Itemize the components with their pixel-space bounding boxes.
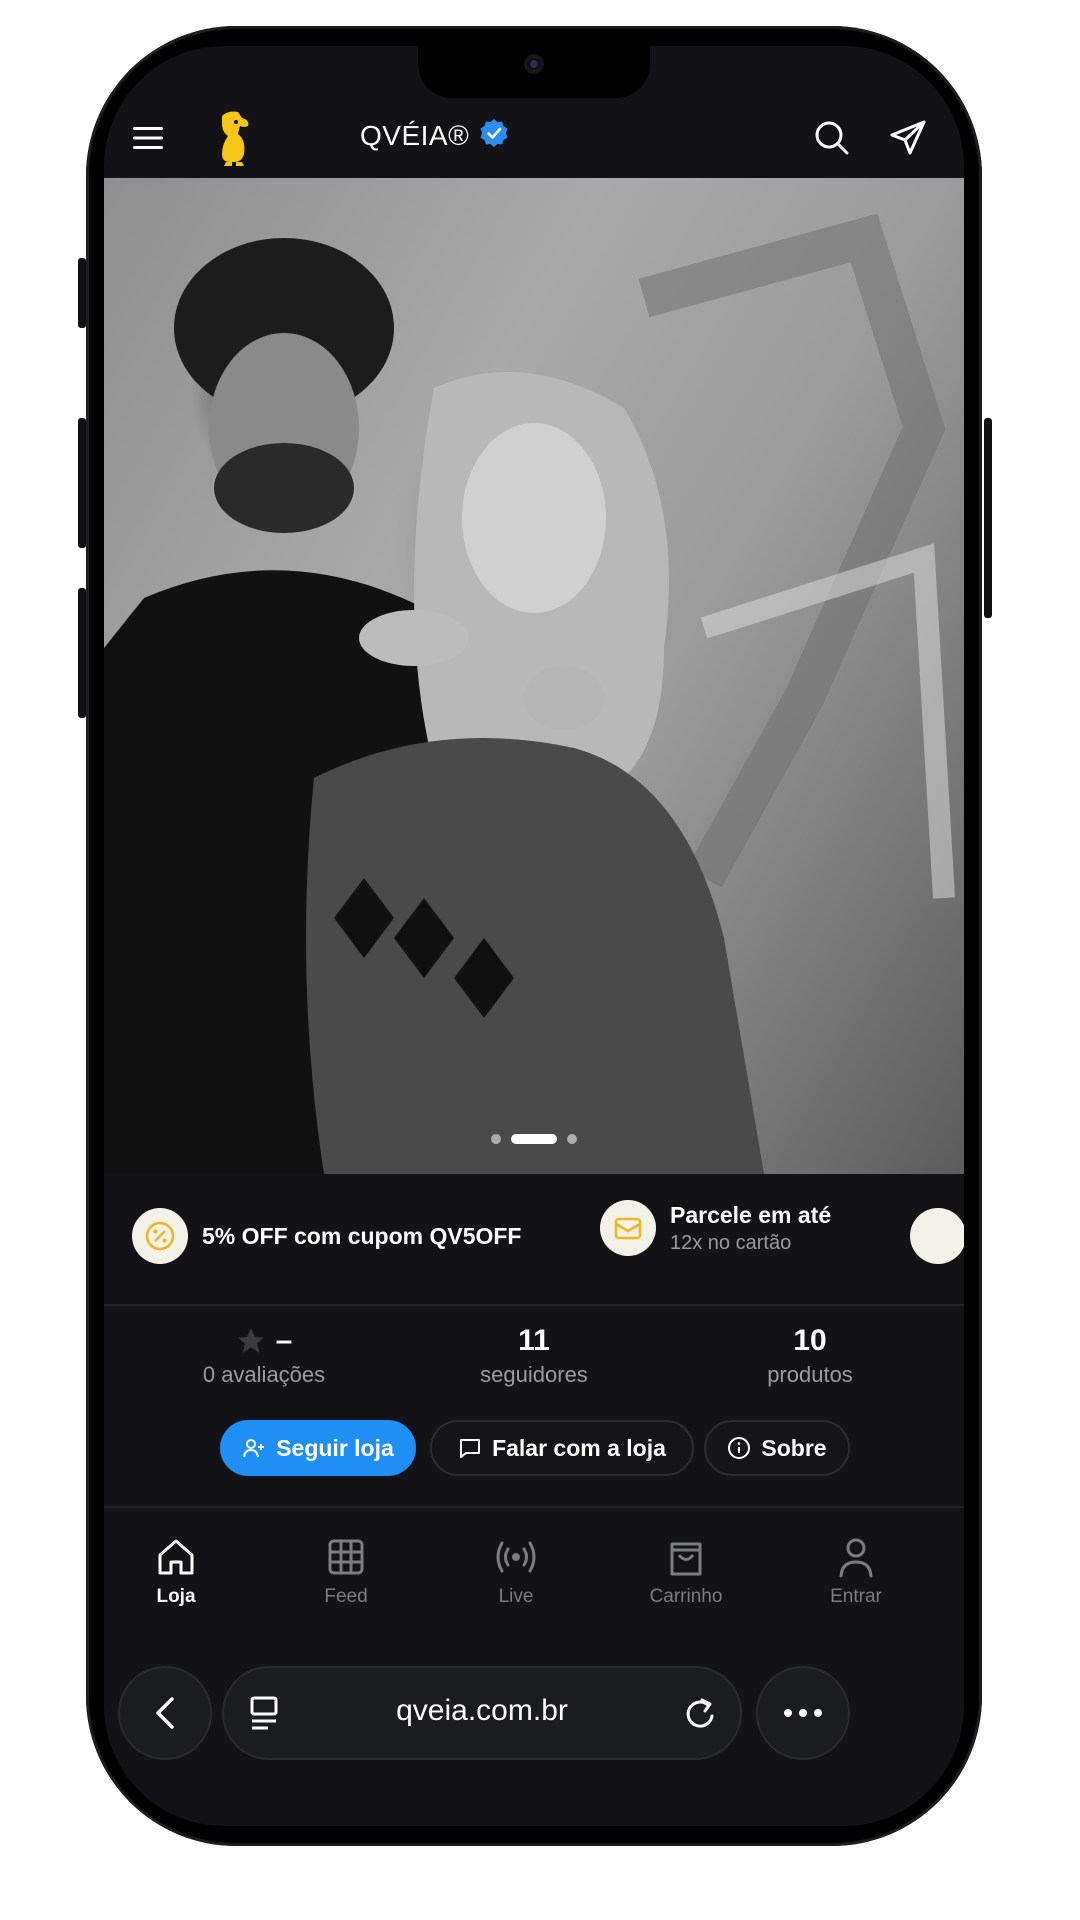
card-icon (600, 1200, 656, 1256)
add-user-icon (243, 1439, 265, 1458)
browser-toolbar: qveia.com.br (104, 1654, 964, 1760)
store-stats: – 0 avaliações 11 seguidores 10 produtos (104, 1306, 964, 1406)
star-icon (237, 1328, 264, 1353)
promo-subtitle: 12x no cartão (670, 1231, 792, 1254)
front-camera (524, 54, 544, 74)
rating-label: 0 avaliações (202, 1362, 326, 1387)
follow-store-label: Seguir loja (276, 1434, 394, 1461)
promo-title: 5% OFF com cupom QV5OFF (202, 1222, 522, 1249)
search-icon[interactable] (802, 108, 862, 168)
back-button[interactable] (118, 1666, 212, 1760)
tab-carrinho[interactable]: Carrinho (626, 1532, 746, 1608)
hero-photo (104, 213, 955, 1174)
phone-screen: QVÉIA® 5% OFF com cupom QV5OFF Parcele e… (104, 46, 964, 1826)
stat-products[interactable]: 10 produtos (700, 1324, 920, 1388)
store-actions: Seguir loja Falar com a loja Sobre (104, 1408, 964, 1478)
ellipsis-icon (784, 1709, 822, 1717)
home-icon (116, 1532, 236, 1582)
percent-coupon-icon (132, 1208, 188, 1264)
carousel-dot-active[interactable] (511, 1134, 557, 1144)
promo-next-partial[interactable] (910, 1208, 964, 1264)
address-bar[interactable]: qveia.com.br (222, 1666, 742, 1760)
store-brand[interactable]: QVÉIA® (360, 118, 509, 153)
tab-label: Feed (324, 1586, 368, 1607)
url-text: qveia.com.br (396, 1694, 568, 1727)
carousel-dot[interactable] (567, 1134, 577, 1144)
broadcast-icon (456, 1532, 576, 1582)
stat-followers[interactable]: 11 seguidores (424, 1324, 644, 1388)
chat-store-label: Falar com a loja (492, 1434, 666, 1461)
tab-loja[interactable]: Loja (116, 1532, 236, 1608)
tab-label: Carrinho (649, 1586, 723, 1607)
tab-label: Entrar (830, 1586, 882, 1607)
volume-up-button (78, 418, 86, 548)
hero-carousel-image[interactable] (104, 178, 964, 1174)
products-label: produtos (767, 1362, 853, 1387)
tab-label: Live (498, 1586, 534, 1607)
bottom-tab-bar: Loja Feed Live Carrinho Entrar (104, 1508, 964, 1628)
carousel-dot[interactable] (491, 1134, 501, 1144)
products-count: 10 (793, 1324, 827, 1357)
promo-coupon[interactable]: 5% OFF com cupom QV5OFF (132, 1208, 521, 1264)
tab-entrar[interactable]: Entrar (796, 1532, 916, 1608)
chat-store-button[interactable]: Falar com a loja (430, 1420, 694, 1476)
brand-name: QVÉIA® (360, 119, 470, 151)
tab-live[interactable]: Live (456, 1532, 576, 1608)
more-options-button[interactable] (756, 1666, 850, 1760)
tab-label: Loja (156, 1586, 196, 1607)
user-icon (796, 1532, 916, 1582)
tab-feed[interactable]: Feed (286, 1532, 406, 1608)
chevron-left-icon (156, 1697, 174, 1729)
app-header: QVÉIA® (104, 98, 964, 178)
stat-rating[interactable]: – 0 avaliações (154, 1324, 374, 1388)
notch (418, 46, 650, 98)
verified-badge-icon (479, 118, 509, 153)
promo-strip: 5% OFF com cupom QV5OFF Parcele em até 1… (104, 1174, 964, 1304)
carousel-dots (104, 1134, 964, 1144)
about-label: Sobre (761, 1434, 827, 1461)
followers-count: 11 (518, 1324, 550, 1357)
mascot-logo[interactable] (204, 108, 264, 168)
about-button[interactable]: Sobre (704, 1420, 850, 1476)
volume-down-button (78, 588, 86, 718)
reload-icon[interactable] (684, 1696, 718, 1737)
chat-icon (460, 1439, 481, 1458)
menu-icon[interactable] (118, 108, 178, 168)
grid-icon (286, 1532, 406, 1582)
promo-next-icon (910, 1208, 964, 1264)
info-icon (728, 1437, 751, 1459)
rating-value: – (275, 1324, 293, 1357)
silent-switch (78, 258, 86, 328)
send-icon[interactable] (878, 108, 938, 168)
promo-installments[interactable]: Parcele em até 12x no cartão (600, 1200, 831, 1256)
followers-label: seguidores (480, 1362, 588, 1387)
follow-store-button[interactable]: Seguir loja (220, 1420, 416, 1476)
bag-icon (626, 1532, 746, 1582)
power-button (984, 418, 992, 618)
promo-title: Parcele em até (670, 1201, 832, 1228)
